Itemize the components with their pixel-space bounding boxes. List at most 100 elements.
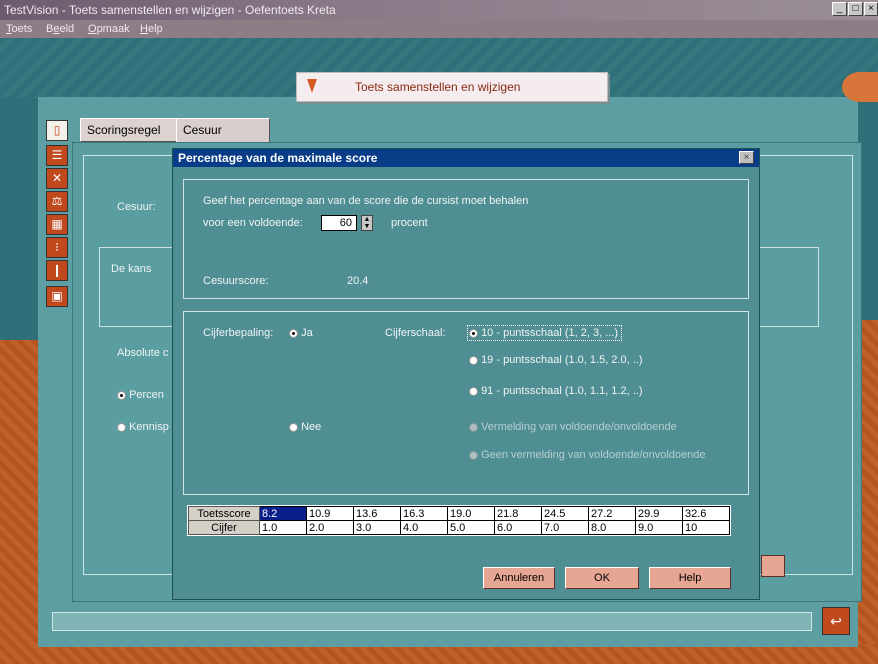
table-cell[interactable]: 2.0: [306, 520, 354, 535]
cesuur-label: Cesuur:: [117, 201, 156, 213]
radio-label: Geen vermelding van voldoende/onvoldoend…: [481, 449, 706, 461]
table-cell[interactable]: 13.6: [353, 506, 401, 521]
section-header: Toets samenstellen en wijzigen: [296, 72, 608, 102]
title-bar: TestVision - Toets samenstellen en wijzi…: [0, 0, 878, 20]
window-title: TestVision - Toets samenstellen en wijzi…: [4, 3, 336, 17]
table-cell[interactable]: 24.5: [541, 506, 589, 521]
table-cell[interactable]: 7.0: [541, 520, 589, 535]
help-button[interactable]: Help: [649, 567, 731, 589]
tab-cesuur[interactable]: Cesuur: [176, 118, 270, 142]
tab-label: Cesuur: [183, 123, 222, 137]
exit-icon[interactable]: ↩: [822, 607, 850, 635]
table-cell[interactable]: 32.6: [682, 506, 730, 521]
radio-icon: [117, 422, 126, 432]
radio-geen-voldoende[interactable]: Geen vermelding van voldoende/onvoldoend…: [469, 449, 706, 461]
table-row: Toetsscore 8.2 10.9 13.6 16.3 19.0 21.8 …: [188, 506, 730, 521]
radio-icon: [469, 386, 478, 396]
radio-icon: [469, 328, 478, 338]
table-cell[interactable]: 4.0: [400, 520, 448, 535]
table-cell[interactable]: 9.0: [635, 520, 683, 535]
maximize-icon[interactable]: □: [848, 2, 863, 16]
menu-beeld[interactable]: Beeld: [46, 20, 74, 38]
menu-toets[interactable]: Toets: [6, 20, 32, 38]
radio-label: Percen: [129, 389, 164, 401]
cesuurscore-value: 20.4: [347, 275, 369, 287]
document-icon[interactable]: ▯: [46, 120, 68, 141]
radio-voldoende[interactable]: Vermelding van voldoende/onvoldoende: [469, 421, 677, 433]
radio-scale-19[interactable]: 19 - puntsschaal (1.0, 1.5, 2.0, ..): [469, 354, 643, 366]
background-accent-left: [0, 340, 40, 664]
background-button: [761, 555, 785, 577]
save-icon[interactable]: ▣: [46, 286, 68, 307]
radio-ja[interactable]: Ja: [289, 327, 313, 339]
radio-label: Kennisp: [129, 421, 169, 433]
dialog-close-icon[interactable]: ×: [739, 151, 754, 164]
menu-opmaak[interactable]: Opmaak: [88, 20, 130, 38]
score-table-wrapper: Toetsscore 8.2 10.9 13.6 16.3 19.0 21.8 …: [187, 505, 731, 536]
tools-icon[interactable]: ✕: [46, 168, 68, 189]
radio-label: 10 - puntsschaal (1, 2, 3, ...): [481, 327, 619, 339]
table-cell[interactable]: 8.0: [588, 520, 636, 535]
table-cell[interactable]: 16.3: [400, 506, 448, 521]
radio-icon: [469, 355, 478, 365]
table-cell[interactable]: 6.0: [494, 520, 542, 535]
instruction-text-2: voor een voldoende:: [203, 217, 303, 229]
minimize-icon[interactable]: _: [832, 2, 847, 16]
radio-nee[interactable]: Nee: [289, 421, 321, 433]
table-cell[interactable]: 3.0: [353, 520, 401, 535]
close-icon[interactable]: ×: [864, 2, 878, 16]
dialog-title-bar: Percentage van de maximale score: [173, 149, 759, 167]
cancel-button[interactable]: Annuleren: [483, 567, 555, 589]
radio-scale-10[interactable]: 10 - puntsschaal (1, 2, 3, ...): [467, 325, 623, 341]
score-table: Toetsscore 8.2 10.9 13.6 16.3 19.0 21.8 …: [188, 506, 730, 535]
instruction-text: Geef het percentage aan van de score die…: [203, 195, 529, 207]
radio-label: 91 - puntsschaal (1.0, 1.1, 1.2, ..): [481, 385, 643, 397]
cijferbepaling-label: Cijferbepaling:: [203, 327, 274, 339]
calculator-icon[interactable]: ▦: [46, 214, 68, 235]
checklist-icon[interactable]: ☰: [46, 145, 68, 166]
percentage-dialog: Percentage van de maximale score × Geef …: [172, 148, 760, 600]
ok-button[interactable]: OK: [565, 567, 639, 589]
radio-icon: [469, 422, 478, 432]
table-cell[interactable]: 5.0: [447, 520, 495, 535]
arrow-down-icon: [307, 79, 317, 93]
cijferschaal-label: Cijferschaal:: [385, 327, 446, 339]
radio-label: Nee: [301, 421, 322, 433]
radio-label: Ja: [301, 327, 313, 339]
spinner-arrows-icon[interactable]: ▲ ▼: [361, 215, 373, 231]
table-row: Cijfer 1.0 2.0 3.0 4.0 5.0 6.0 7.0 8.0 9…: [188, 520, 730, 535]
menu-bar: Toets Beeld Opmaak Help: [0, 20, 878, 38]
kans-label: De kans: [111, 263, 152, 275]
background-accent-bottom: [0, 644, 878, 664]
traffic-light-icon[interactable]: ⁝: [46, 237, 68, 258]
logo-icon: [842, 72, 878, 102]
thermometer-icon[interactable]: ❙: [46, 260, 68, 281]
status-bar: [52, 612, 812, 631]
menu-help[interactable]: Help: [140, 20, 163, 38]
table-cell[interactable]: 29.9: [635, 506, 683, 521]
tab-label: Scoringsregel: [87, 123, 161, 137]
radio-icon: [289, 422, 298, 432]
cesuurscore-label: Cesuurscore:: [203, 275, 269, 287]
radio-kennis[interactable]: Kennisp: [117, 421, 169, 433]
table-cell[interactable]: 21.8: [494, 506, 542, 521]
table-cell[interactable]: 19.0: [447, 506, 495, 521]
radio-icon: [117, 390, 126, 400]
radio-label: 19 - puntsschaal (1.0, 1.5, 2.0, ..): [481, 354, 643, 366]
table-cell[interactable]: 1.0: [259, 520, 307, 535]
row-header: Toetsscore: [188, 506, 260, 521]
section-title: Toets samenstellen en wijzigen: [355, 80, 521, 94]
radio-icon: [289, 328, 298, 338]
radio-percentage[interactable]: Percen: [117, 389, 164, 401]
percentage-input[interactable]: 60: [321, 215, 357, 231]
tab-scoringsregel[interactable]: Scoringsregel: [80, 118, 178, 142]
radio-icon: [469, 450, 478, 460]
table-cell[interactable]: 8.2: [259, 506, 307, 521]
table-cell[interactable]: 10: [682, 520, 730, 535]
application-window: TestVision - Toets samenstellen en wijzi…: [0, 0, 878, 664]
table-cell[interactable]: 10.9: [306, 506, 354, 521]
scales-icon[interactable]: ⚖: [46, 191, 68, 212]
row-header: Cijfer: [188, 520, 260, 535]
table-cell[interactable]: 27.2: [588, 506, 636, 521]
radio-scale-91[interactable]: 91 - puntsschaal (1.0, 1.1, 1.2, ..): [469, 385, 643, 397]
